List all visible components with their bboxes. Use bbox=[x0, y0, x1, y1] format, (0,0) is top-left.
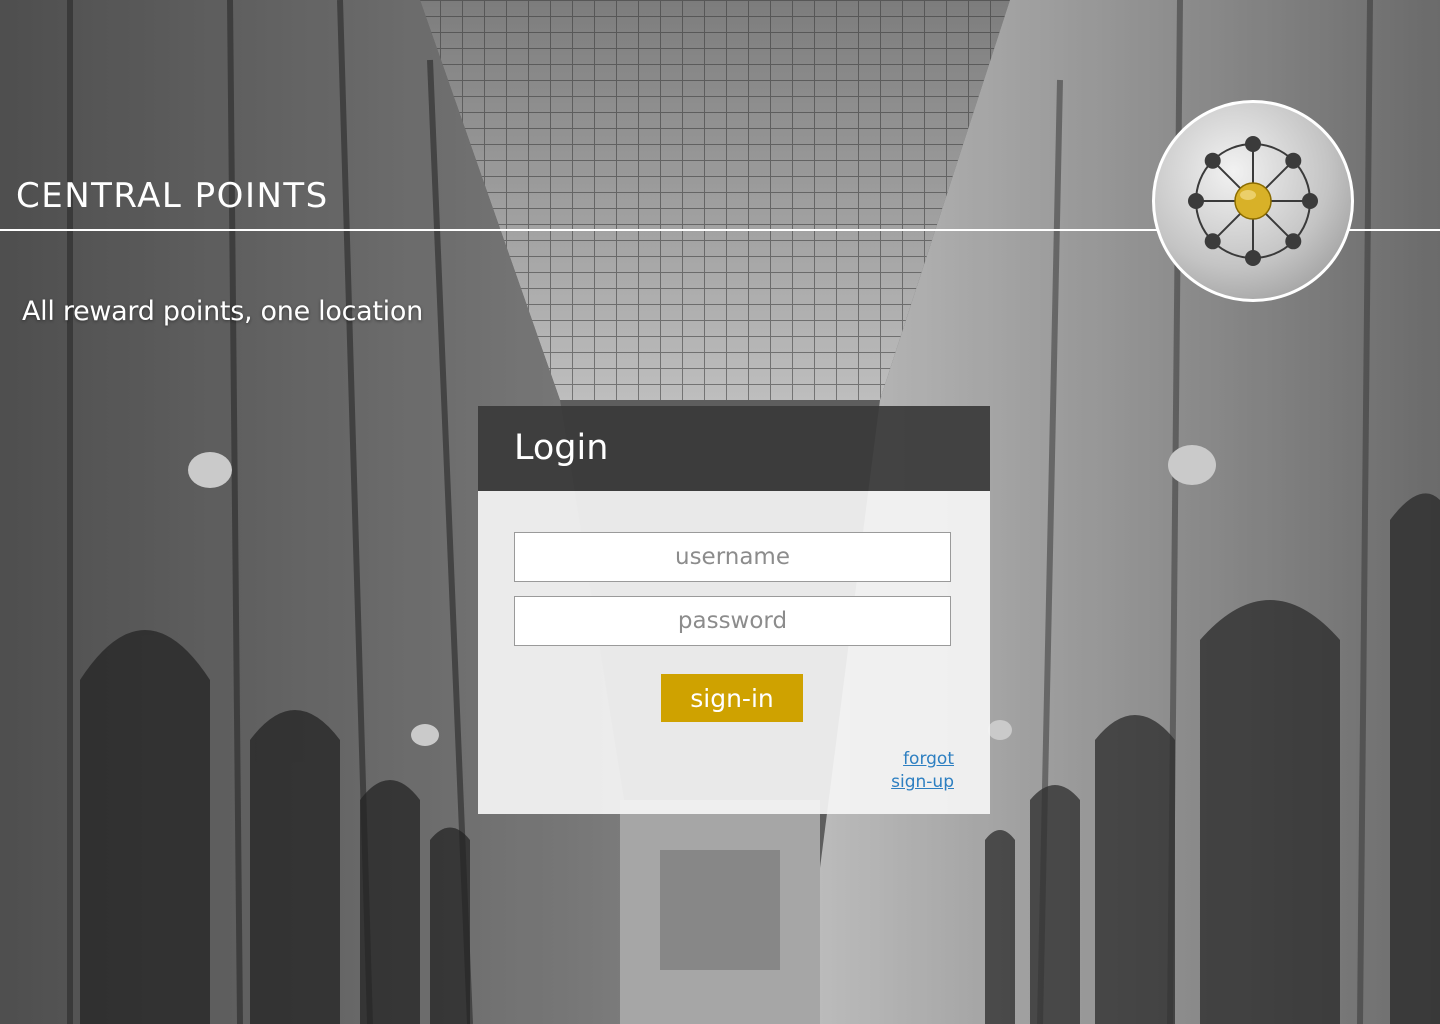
username-input[interactable] bbox=[514, 532, 951, 582]
login-form: sign-in forgot sign-up bbox=[478, 491, 990, 814]
brand-title: CENTRAL POINTS bbox=[16, 176, 329, 216]
password-input[interactable] bbox=[514, 596, 951, 646]
sign-up-link[interactable]: sign-up bbox=[891, 772, 954, 792]
network-hub-icon bbox=[1152, 100, 1354, 302]
login-page: CENTRAL POINTS All reward points, one lo… bbox=[0, 0, 1440, 1024]
login-panel: Login sign-in forgot sign-up bbox=[478, 406, 990, 814]
forgot-link[interactable]: forgot bbox=[903, 749, 954, 769]
tagline: All reward points, one location bbox=[22, 296, 423, 327]
sign-in-button[interactable]: sign-in bbox=[661, 674, 803, 722]
login-header: Login bbox=[478, 406, 990, 491]
login-title: Login bbox=[514, 428, 609, 468]
